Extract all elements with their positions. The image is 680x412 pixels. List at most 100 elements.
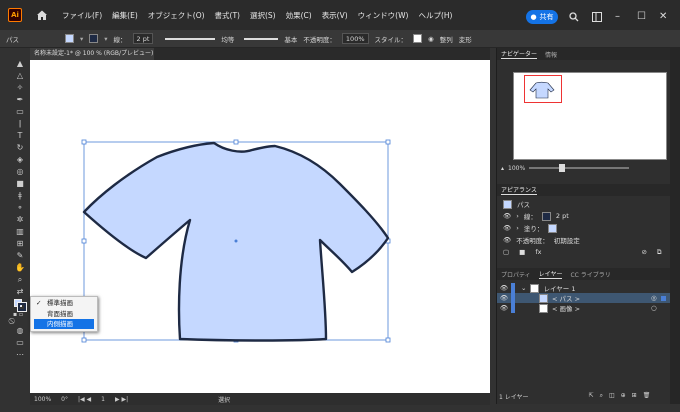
paintbrush-tool-icon[interactable]: ǀ [13,118,27,129]
draw-mode-icon[interactable]: ◍ [13,325,27,336]
minimize-icon[interactable]: – [615,11,620,22]
eraser-tool-icon[interactable]: ◈ [13,154,27,165]
artboard-nav-next-icon[interactable]: ▶ ▶| [115,396,128,403]
new-stroke-icon[interactable]: ▢ [503,248,509,256]
workspace-icon[interactable] [592,12,602,22]
image-layer-name[interactable]: < 画像 > [552,303,580,313]
magic-wand-tool-icon[interactable]: ✧ [13,82,27,93]
appearance-opacity-row[interactable]: 👁 不透明度： 初期設定 [497,234,671,246]
maximize-icon[interactable]: ☐ [637,11,646,22]
graph-tool-icon[interactable]: ▥ [13,226,27,237]
layer-name[interactable]: レイヤー 1 [543,283,575,293]
eyedropper-tool-icon[interactable]: ǂ [13,190,27,201]
status-mode[interactable]: 選択 [218,395,230,404]
home-icon[interactable] [36,9,48,21]
menu-help[interactable]: ヘルプ(H) [418,10,452,21]
edit-toolbar-icon[interactable]: ⋯ [13,349,27,360]
align-label[interactable]: 整列 [440,34,453,44]
close-icon[interactable]: ✕ [659,11,667,22]
appearance-stroke-row[interactable]: 👁 › 線： 2 pt [497,210,671,222]
eye-icon[interactable]: 👁 [497,304,511,312]
stroke-profile-preview[interactable] [165,37,216,40]
fx-icon[interactable]: fx [535,248,541,256]
zoom-level[interactable]: 100% [34,396,51,403]
artboard[interactable] [30,60,490,394]
artboard-tool-icon[interactable]: ⊞ [13,238,27,249]
draw-behind-item[interactable]: 背面描画 [31,309,97,319]
chevron-right-icon[interactable]: › [516,212,519,220]
document-tab[interactable]: 名称未設定-1* @ 100 % (RGB/プレビュー) [30,48,154,60]
transform-label[interactable]: 変形 [459,34,472,44]
stroke-weight-field[interactable]: 2 pt [132,33,154,44]
color-mode-icons[interactable]: ▪ ▫ ⃠ [13,311,27,324]
menu-select[interactable]: 選択(S) [250,10,276,21]
tab-layers[interactable]: レイヤー [538,269,563,279]
clear-icon[interactable]: ⊘ [641,248,646,256]
new-fill-icon[interactable]: ■ [519,248,525,256]
selection-tool-icon[interactable]: ▲ [13,58,27,69]
draw-inside-item[interactable]: 内側描画 [34,319,94,329]
search-icon[interactable] [569,12,579,22]
stroke-profile-label[interactable]: 均等 [221,34,234,44]
eye-icon[interactable]: 👁 [503,224,511,232]
shape-builder-tool-icon[interactable]: ◎ [13,166,27,177]
fill-swatch[interactable] [548,223,558,233]
eye-icon[interactable]: 👁 [497,284,511,292]
opacity-field[interactable]: 100% [341,33,369,44]
target-icon[interactable]: ○ [651,304,657,312]
appearance-stroke-value[interactable]: 2 pt [556,212,569,220]
swap-colors-icon[interactable]: ⇄ [13,286,27,297]
tab-info[interactable]: 情報 [545,50,557,59]
export-icon[interactable]: ⇱ [589,392,594,401]
duplicate-icon[interactable]: ⧉ [657,248,662,257]
chevron-down-icon[interactable]: ▾ [104,35,107,43]
zoom-out-icon[interactable]: ▴ [501,165,504,172]
target-icon[interactable]: ◎ [651,294,657,302]
navigator-zoom-value[interactable]: 100% [508,165,525,172]
symbol-sprayer-tool-icon[interactable]: ✲ [13,214,27,225]
slice-tool-icon[interactable]: ✎ [13,250,27,261]
selection-indicator[interactable] [661,296,666,301]
menu-type[interactable]: 書式(T) [215,10,240,21]
navigator-preview[interactable] [513,72,667,160]
tab-navigator[interactable]: ナビゲーター [501,49,538,59]
layer-row-path[interactable]: 👁 < パス > ◎ [497,293,671,303]
screen-mode-icon[interactable]: ▭ [13,337,27,348]
stroke-swatch[interactable] [541,211,551,221]
hand-tool-icon[interactable]: ✋ [13,262,27,273]
chevron-down-icon[interactable]: ⌄ [521,284,526,292]
style-swatch[interactable] [413,34,423,43]
artboard-nav-icon[interactable]: |◀ ◀ [78,396,91,403]
menu-edit[interactable]: 編集(E) [112,10,138,21]
eye-icon[interactable]: 👁 [497,294,511,302]
chevron-down-icon[interactable]: ▾ [80,35,83,43]
fill-swatch[interactable] [65,34,74,43]
rotation-value[interactable]: 0° [61,396,68,403]
direct-selection-tool-icon[interactable]: △ [13,70,27,81]
type-tool-icon[interactable]: T [13,130,27,141]
brush-preview[interactable] [244,37,279,40]
layer-row-image[interactable]: 👁 < 画像 > ○ [497,303,671,313]
eye-icon[interactable]: 👁 [503,236,511,244]
trash-icon[interactable]: 🗑 [643,392,651,401]
draw-normal-item[interactable]: ✓ 標準描画 [31,298,97,308]
appearance-fill-row[interactable]: 👁 › 塗り： [497,222,671,234]
fill-stroke-widget[interactable] [13,298,27,312]
zoom-slider[interactable] [529,164,630,172]
chevron-right-icon[interactable]: › [516,224,519,232]
artboard-number[interactable]: 1 [101,396,105,403]
recolor-icon[interactable]: ◉ [428,35,434,43]
path-layer-name[interactable]: < パス > [552,293,580,303]
menu-view[interactable]: 表示(V) [322,10,348,21]
tab-cc-libraries[interactable]: CC ライブラリ [570,270,610,279]
zoom-tool-icon[interactable]: ⌕ [13,274,27,285]
eye-icon[interactable]: 👁 [503,212,511,220]
menu-file[interactable]: ファイル(F) [62,10,102,21]
stroke-swatch[interactable] [89,34,99,43]
rectangle-tool-icon[interactable]: ▭ [13,106,27,117]
pen-tool-icon[interactable]: ✒ [13,94,27,105]
menu-effect[interactable]: 効果(C) [286,10,312,21]
search-icon[interactable]: ⌕ [600,392,603,401]
tab-properties[interactable]: プロパティ [501,270,531,279]
gradient-tool-icon[interactable]: ■ [13,178,27,189]
